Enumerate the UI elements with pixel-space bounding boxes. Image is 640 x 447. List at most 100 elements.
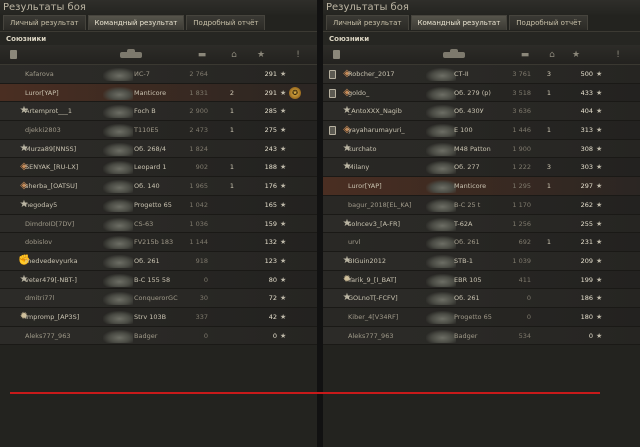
vehicle-name: Об. 277: [454, 163, 480, 172]
tab-personal-result[interactable]: Личный результат: [3, 15, 86, 30]
xp-star-icon: ★: [596, 144, 603, 153]
xp-value: 291: [264, 88, 277, 97]
xp-value: 262: [580, 200, 593, 209]
player-row[interactable]: ✊ medvedevyurka Об. 261 918 123 ★: [0, 251, 317, 271]
xp-value: 165: [264, 200, 277, 209]
tab-detailed-report[interactable]: Подробный отчёт: [509, 15, 589, 30]
player-row[interactable]: ★ GOLnoT[-FCFV] Об. 261 0 186 ★: [323, 289, 640, 308]
player-row[interactable]: Luror[YAP] Manticore 1 831 2 291 ★ ✪: [0, 83, 317, 103]
vehicle-name: T-62A: [454, 219, 473, 228]
vehicle-name: E 100: [454, 126, 473, 135]
player-row[interactable]: DimdroID[7DV] CS-63 1 036 159 ★: [0, 214, 317, 234]
xp-value: 243: [264, 144, 277, 153]
player-row[interactable]: ★ veter479[-NBT-] B-C 155 58 0 80 ★: [0, 270, 317, 290]
platoon-column-icon[interactable]: [329, 48, 343, 62]
player-row[interactable]: ★ BIGuin2012 STB-1 1 039 209 ★: [323, 251, 640, 271]
xp-value: 199: [580, 275, 593, 284]
player-row[interactable]: ✹ Yarik_9_[I_BAT] EBR 105 411 199 ★: [323, 270, 640, 290]
player-row[interactable]: ★ solncev3_[A-FR] T-62A 1 256 255 ★: [323, 214, 640, 234]
tab-personal-result[interactable]: Личный результат: [326, 15, 409, 30]
player-row[interactable]: ★ _AntoXXX_Nagib Об. 430У 3 636 404 ★: [323, 102, 640, 122]
damage-column-icon[interactable]: ▬: [195, 48, 209, 62]
xp-star-icon: ★: [280, 256, 287, 265]
player-row[interactable]: bagur_2018[EL_KA] B-C 25 t1 170 262 ★: [323, 195, 640, 215]
xp-value: 231: [580, 238, 593, 247]
player-row[interactable]: Aleks777_963 Badger 0 0 ★: [0, 326, 317, 346]
tab-team-result[interactable]: Командный результат: [87, 15, 185, 30]
xp-star-icon: ★: [596, 256, 603, 265]
team-label: Союзники: [323, 31, 640, 45]
vehicle-thumbnail: [103, 273, 133, 287]
platoon-icon: [329, 126, 336, 136]
xp-column-icon[interactable]: ★: [254, 48, 268, 62]
xp-value: 159: [264, 219, 277, 228]
achievements-column-icon[interactable]: !: [611, 48, 625, 62]
player-list: Kafarova ИС-7 2 764 291 ★ Luror[YAP] Manticore…: [0, 65, 317, 346]
kills-column-icon[interactable]: ⌂: [545, 48, 559, 62]
player-row[interactable]: Aleks777_963 Badger 534 0 ★: [323, 326, 640, 346]
player-list: ◈ Robcher_2017 СТ-II 3 761 3 500 ★ ◈ goldo_ Об. 2…: [323, 65, 640, 346]
red-underline-annotation: [10, 392, 600, 394]
kills-value: 1: [546, 88, 551, 97]
vehicle-thumbnail: [103, 198, 133, 212]
player-row[interactable]: ★ Artemprot___1 Foch B2 900 1 285 ★: [0, 102, 317, 122]
damage-value: 1 039: [512, 256, 531, 265]
player-row[interactable]: ★ Milany Об. 277 1 222 3 303 ★: [323, 158, 640, 178]
kills-column-icon[interactable]: ⌂: [227, 48, 241, 62]
player-row[interactable]: ◈ yayaharumayuri_ E 100 1 446 1 313 ★: [323, 121, 640, 140]
xp-star-icon: ★: [280, 88, 287, 97]
kills-value: 2: [229, 88, 234, 97]
kills-value: 3: [546, 70, 551, 78]
damage-value: 1 256: [512, 219, 531, 228]
tab-detailed-report[interactable]: Подробный отчёт: [186, 15, 266, 30]
damage-column-icon[interactable]: ▬: [518, 48, 532, 62]
player-row[interactable]: ✹ Impromp_[AP3S] Strv 103B 337 42 ★: [0, 307, 317, 327]
xp-value: 80: [268, 275, 277, 284]
vehicle-thumbnail: [426, 142, 456, 156]
player-row[interactable]: ◈ SENYAK_[RU-LX] Leopard 1 902 1 188 ★: [0, 158, 317, 178]
vehicle-thumbnail: [103, 124, 133, 138]
vehicle-thumbnail: [103, 292, 133, 306]
achievements-column-icon[interactable]: !: [291, 48, 305, 62]
vehicle-column-icon[interactable]: [443, 49, 465, 58]
vehicle-thumbnail: [426, 198, 456, 212]
damage-value: 1 965: [189, 182, 208, 191]
achievement-medal-icon[interactable]: ✪: [289, 86, 301, 99]
player-row[interactable]: ★ negoday5 Progetto 65 1 042 165 ★: [0, 195, 317, 215]
xp-star-icon: ★: [280, 331, 287, 340]
player-row[interactable]: dobislov FV215b 183 1 144 132 ★: [0, 233, 317, 252]
xp-star-icon: ★: [596, 219, 603, 228]
xp-star-icon: ★: [596, 200, 603, 209]
player-row[interactable]: urvl Об. 261 692 1 231 ★: [323, 233, 640, 252]
player-row[interactable]: dmitri77l ConquerorGC 30 72 ★: [0, 289, 317, 308]
damage-value: 918: [195, 256, 208, 265]
tab-team-result[interactable]: Командный результат: [410, 15, 508, 30]
column-header: ▬ ⌂ ★ !: [323, 45, 640, 65]
xp-star-icon: ★: [280, 182, 287, 191]
xp-value: 176: [264, 182, 277, 191]
damage-value: 1 222: [512, 163, 531, 172]
vehicle-column-icon[interactable]: [120, 49, 142, 58]
damage-value: 0: [203, 275, 208, 284]
player-row[interactable]: Luror[YAP] Manticore 1 295 1 297 ★: [323, 177, 640, 196]
damage-value: 902: [195, 163, 208, 172]
kills-value: 1: [229, 163, 234, 172]
player-row[interactable]: Kafarova ИС-7 2 764 291 ★: [0, 65, 317, 84]
platoon-column-icon[interactable]: [6, 48, 20, 62]
player-row[interactable]: Kiber_4[V34RF] Progetto 65 0 180 ★: [323, 307, 640, 327]
xp-value: 303: [580, 163, 593, 172]
platoon-icon: [329, 88, 336, 98]
kills-value: 1: [546, 182, 551, 191]
damage-value: 1 900: [512, 144, 531, 153]
player-row[interactable]: ◈ sherba_[OATSU] Об. 140 1 965 1 176 ★: [0, 177, 317, 196]
player-row[interactable]: ◈ goldo_ Об. 279 (р) 3 518 1 433 ★: [323, 83, 640, 103]
player-row[interactable]: ★ kurchato M48 Patton 1 900 308 ★: [323, 139, 640, 159]
damage-value: 1 446: [512, 126, 531, 135]
xp-column-icon[interactable]: ★: [569, 48, 583, 62]
player-row[interactable]: ◈ Robcher_2017 СТ-II 3 761 3 500 ★: [323, 65, 640, 84]
player-row[interactable]: djekki2803 T110E5 2 473 1 275 ★: [0, 121, 317, 140]
xp-star-icon: ★: [280, 144, 287, 153]
xp-value: 186: [580, 294, 593, 303]
xp-star-icon: ★: [280, 107, 287, 116]
player-row[interactable]: ★ Murza89[NNSS] Об. 268/4 1 824 243 ★: [0, 139, 317, 159]
